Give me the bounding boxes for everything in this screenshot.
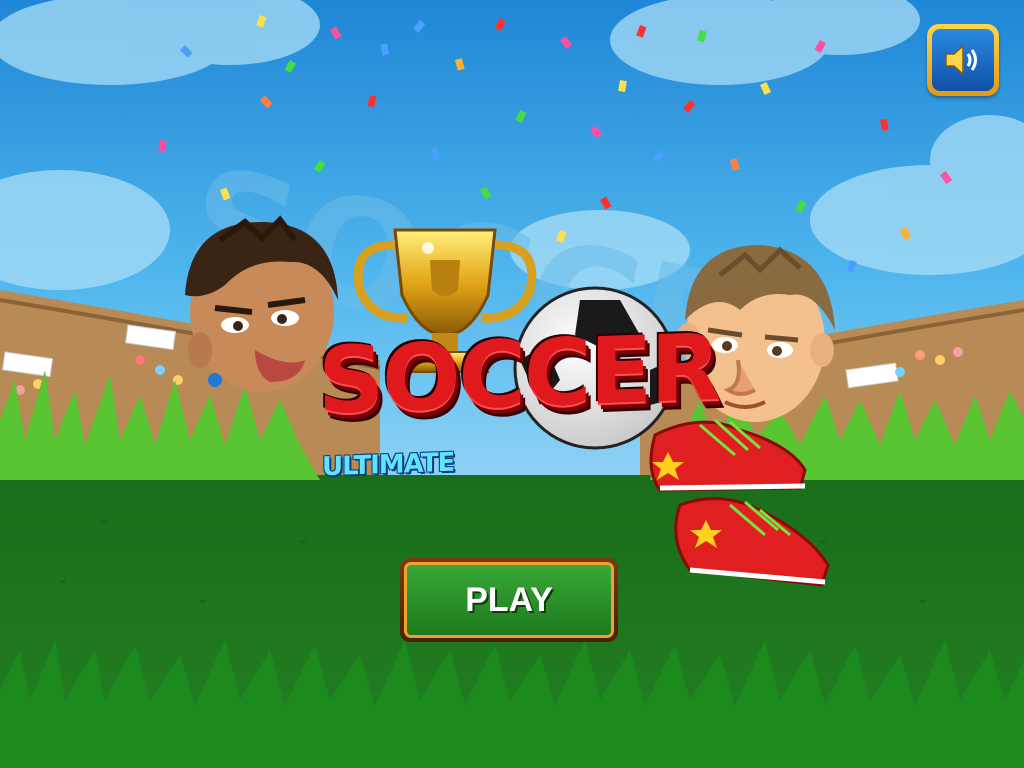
- game-title: SOCCER: [318, 313, 720, 435]
- title-screen: SOCCER SOCCER ULTIMATE PLAY: [0, 0, 1024, 768]
- play-button[interactable]: PLAY: [400, 558, 618, 642]
- speaker-volume-icon: [945, 44, 977, 76]
- sound-button-face[interactable]: [932, 29, 994, 91]
- game-subtitle: ULTIMATE: [322, 447, 455, 483]
- sound-toggle-button[interactable]: [927, 24, 999, 96]
- play-button-face[interactable]: PLAY: [404, 562, 614, 638]
- play-button-label: PLAY: [465, 580, 553, 619]
